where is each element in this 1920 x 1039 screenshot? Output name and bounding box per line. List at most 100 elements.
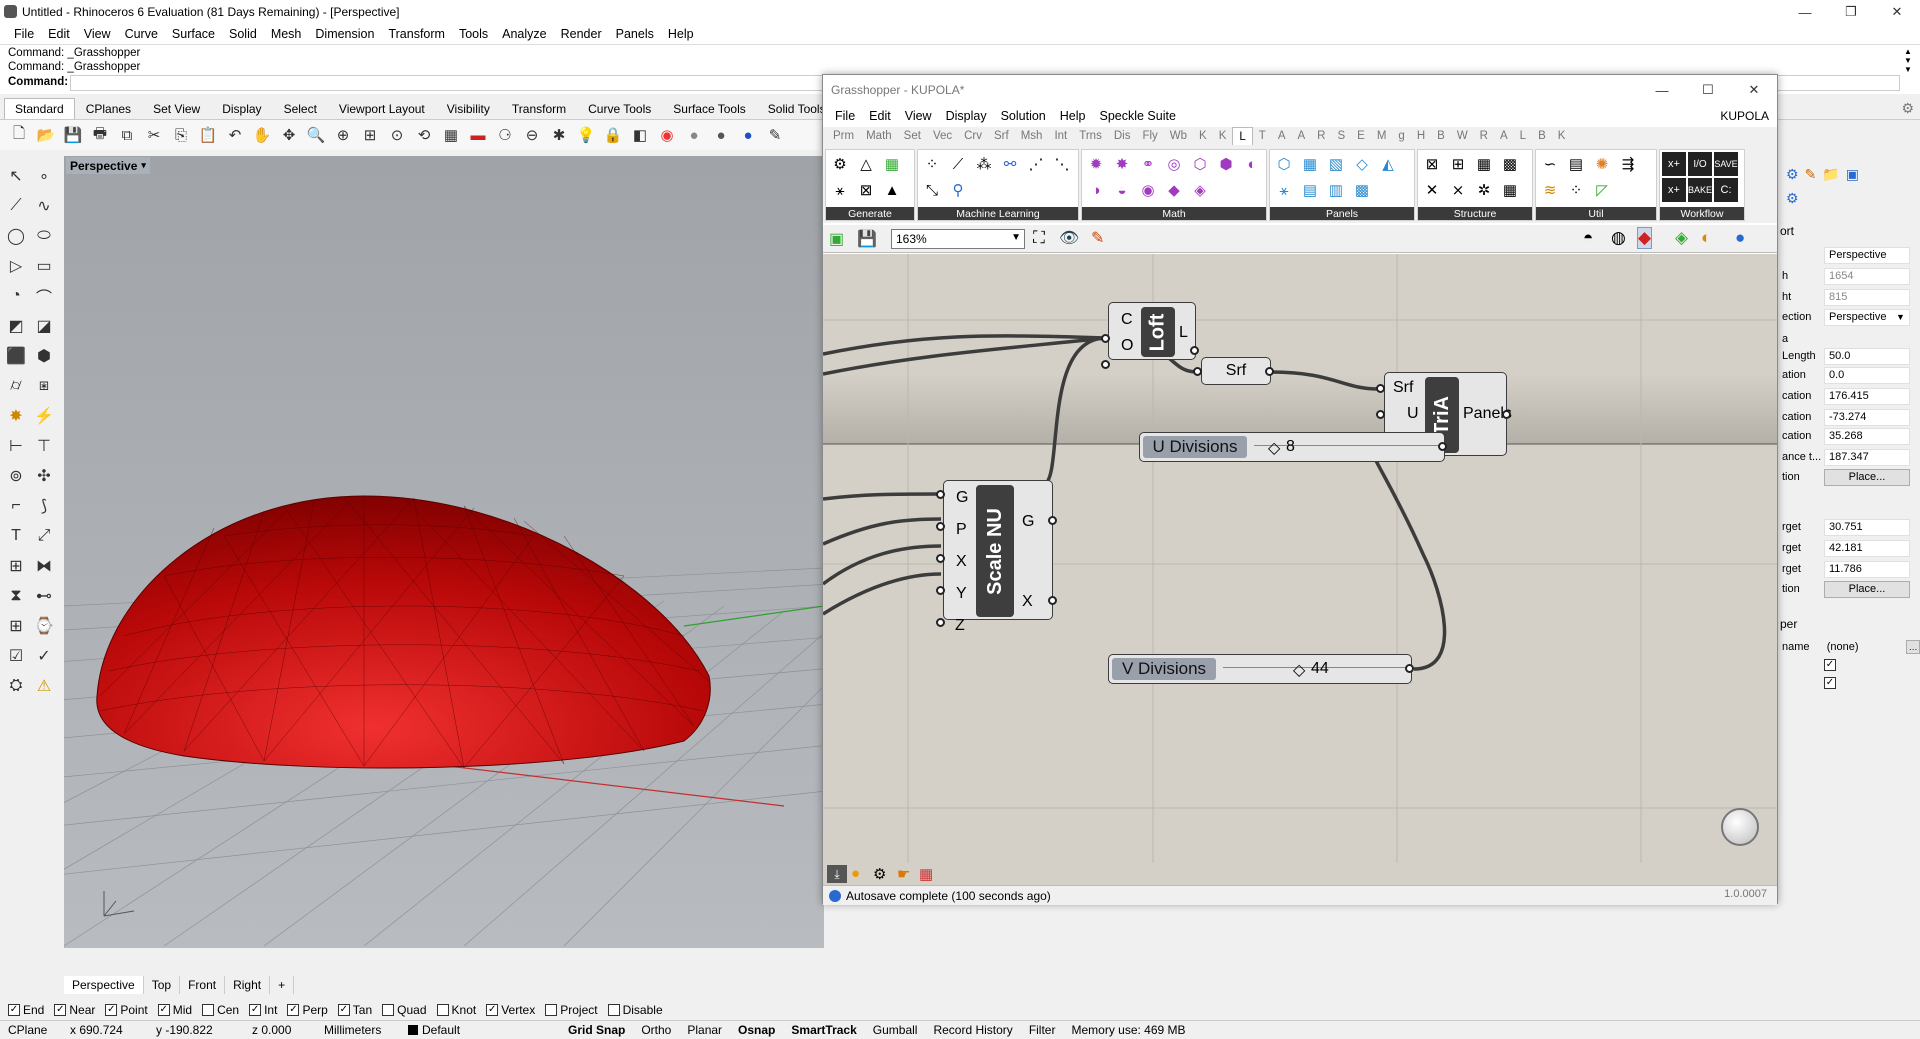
group-icon[interactable]: ⊚ xyxy=(4,464,28,488)
structure-truss-icon[interactable]: ⊠ xyxy=(1420,152,1444,176)
math-torus-icon[interactable]: ◉ xyxy=(1136,178,1160,202)
v-slider-grip[interactable] xyxy=(1405,664,1414,673)
math-ring-icon[interactable]: ◎ xyxy=(1162,152,1186,176)
paste-icon[interactable]: 📋 xyxy=(197,124,219,146)
scale-grip-out-g[interactable] xyxy=(1048,516,1057,525)
perspective-viewport[interactable] xyxy=(64,156,824,948)
undo-view-icon[interactable]: ⟲ xyxy=(413,124,435,146)
ml-network-icon[interactable]: ⚯ xyxy=(998,152,1022,176)
u-slider-handle-icon[interactable]: ◇ xyxy=(1268,438,1280,458)
gh-tab-g[interactable]: g xyxy=(1392,127,1410,145)
tab-curve-tools[interactable]: Curve Tools xyxy=(577,98,662,119)
gh-preview-selected-icon[interactable]: ◆ xyxy=(1637,227,1653,249)
analyze-icon[interactable]: ⧗ xyxy=(4,584,28,608)
workflow-save-icon[interactable]: SAVE xyxy=(1714,152,1738,176)
tria-grip-srf[interactable] xyxy=(1376,384,1385,393)
loft-grip-l[interactable] xyxy=(1190,346,1199,355)
generate-net-icon[interactable]: ⚹ xyxy=(828,178,852,202)
gh-menu-help[interactable]: Help xyxy=(1056,109,1096,123)
gh-tab-h[interactable]: H xyxy=(1411,127,1431,145)
osnap-checkbox[interactable] xyxy=(436,1004,449,1016)
render-sphere-icon[interactable]: ● xyxy=(710,124,732,146)
status-units[interactable]: Millimeters xyxy=(316,1023,400,1037)
osnap-knot[interactable]: Knot xyxy=(436,1003,476,1017)
loft-grip-o[interactable] xyxy=(1101,360,1110,369)
new-file-icon[interactable]: 🗋 xyxy=(8,124,30,146)
util-panel-icon[interactable]: ▤ xyxy=(1564,152,1588,176)
properties-row-value[interactable]: 815 xyxy=(1824,288,1910,306)
math-wave-icon[interactable]: ◒ xyxy=(1110,178,1134,202)
gh-tab-t[interactable]: T xyxy=(1253,127,1272,145)
select-arrow-icon[interactable]: ↖ xyxy=(4,164,28,188)
workflow-c-icon[interactable]: C: xyxy=(1714,178,1738,202)
scale-grip-out-x[interactable] xyxy=(1048,596,1057,605)
cut-icon[interactable]: ✂ xyxy=(143,124,165,146)
ribbon-group-label[interactable]: Structure xyxy=(1418,207,1532,220)
gh-menu-view[interactable]: View xyxy=(901,109,942,123)
structure-cross-icon[interactable]: ✕ xyxy=(1420,178,1444,202)
status-ortho[interactable]: Ortho xyxy=(633,1023,679,1037)
point-icon[interactable]: ∘ xyxy=(32,164,56,188)
fillet-icon[interactable]: ⌐ xyxy=(4,494,28,518)
gh-tab-trns[interactable]: Trns xyxy=(1073,127,1108,145)
rhino-title-bar[interactable]: Untitled - Rhinoceros 6 Evaluation (81 D… xyxy=(0,0,1920,24)
properties-row-value[interactable]: Place... xyxy=(1824,468,1910,486)
structure-frame-icon[interactable]: ▦ xyxy=(1472,152,1496,176)
status-smarttrack[interactable]: SmartTrack xyxy=(783,1023,864,1037)
srf-grip-in[interactable] xyxy=(1193,367,1202,376)
scale-icon[interactable]: ⤢ xyxy=(32,524,56,548)
generate-tool-icon[interactable]: ⚙ xyxy=(828,152,852,176)
math-shell-icon[interactable]: ◐ xyxy=(1240,152,1264,176)
tick-icon[interactable]: ✓ xyxy=(32,644,56,668)
gh-tab-a[interactable]: A xyxy=(1292,127,1312,145)
ribbon-group-label[interactable]: Panels xyxy=(1270,207,1414,220)
status-osnap[interactable]: Osnap xyxy=(730,1023,783,1037)
status-grid-snap[interactable]: Grid Snap xyxy=(560,1023,633,1037)
vtab-add-icon[interactable]: + xyxy=(270,976,295,994)
properties-row-value[interactable]: Place... xyxy=(1824,580,1910,598)
warning-icon[interactable]: ⚠ xyxy=(32,674,56,698)
osnap-near[interactable]: ✓ Near xyxy=(54,1003,95,1017)
command-scroll[interactable]: ▲ ▼ ▼ xyxy=(1902,47,1914,91)
srf-grip-out[interactable] xyxy=(1265,367,1274,376)
menu-solid[interactable]: Solid xyxy=(223,27,265,41)
gh-tab-math[interactable]: Math xyxy=(860,127,898,145)
menu-curve[interactable]: Curve xyxy=(119,27,166,41)
measure-icon[interactable]: ⊷ xyxy=(32,584,56,608)
shaded-sphere-icon[interactable]: ● xyxy=(683,124,705,146)
vtab-right[interactable]: Right xyxy=(225,976,271,994)
panels-hex-icon[interactable]: ⬡ xyxy=(1272,152,1296,176)
options-icon[interactable]: ✎ xyxy=(764,124,786,146)
panels-dia-icon[interactable]: ◇ xyxy=(1350,152,1374,176)
generate-grid-icon[interactable]: ▦ xyxy=(880,152,904,176)
render-icon[interactable]: ✸ xyxy=(4,404,28,428)
import-icon[interactable]: ⧉ xyxy=(116,124,138,146)
menu-file[interactable]: File xyxy=(8,27,42,41)
loft-output-l[interactable]: L xyxy=(1179,324,1188,342)
ribbon-group-label[interactable]: Machine Learning xyxy=(918,207,1078,220)
osnap-checkbox[interactable]: ✓ xyxy=(157,1004,170,1016)
chevron-down-icon[interactable]: ▼ xyxy=(1896,312,1905,322)
menu-view[interactable]: View xyxy=(78,27,119,41)
print-icon[interactable]: 🖶 xyxy=(89,124,111,146)
properties-row-value[interactable]: Perspective xyxy=(1824,246,1910,264)
gh-close-icon[interactable]: ✕ xyxy=(1731,75,1777,105)
menu-render[interactable]: Render xyxy=(555,27,610,41)
tab-standard[interactable]: Standard xyxy=(4,98,75,119)
scale-input-y[interactable]: Y xyxy=(956,585,967,603)
polyline-icon[interactable]: ⟋ xyxy=(4,194,28,218)
gh-zoom-select[interactable]: 163% ▼ xyxy=(891,229,1025,249)
panels-grid-icon[interactable]: ▦ xyxy=(1298,152,1322,176)
lock-icon[interactable]: 🔒 xyxy=(602,124,624,146)
math-gem-icon[interactable]: ⬢ xyxy=(1214,152,1238,176)
settings-gear-icon[interactable]: ⚙ xyxy=(1901,100,1914,117)
workflow-xt-icon[interactable]: x+ xyxy=(1662,178,1686,202)
gh-menu-file[interactable]: File xyxy=(831,109,865,123)
scale-input-x[interactable]: X xyxy=(956,553,967,571)
structure-lattice-icon[interactable]: ⊞ xyxy=(1446,152,1470,176)
ml-regress-icon[interactable]: ⋰ xyxy=(1024,152,1048,176)
tab-surface-tools[interactable]: Surface Tools xyxy=(662,98,757,119)
freeform-icon[interactable]: ⌒ xyxy=(32,284,56,308)
scale-grip-z[interactable] xyxy=(936,618,945,627)
osnap-cen[interactable]: Cen xyxy=(202,1003,239,1017)
